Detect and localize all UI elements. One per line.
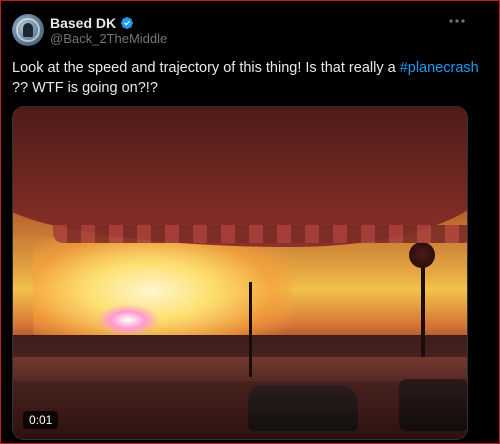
post-text-part: Look at the speed and trajectory of this…: [12, 60, 400, 76]
hashtag-link[interactable]: #planecrash: [400, 60, 479, 76]
author-display-name[interactable]: Based DK: [50, 15, 116, 31]
video-frame-palm-trunk: [421, 257, 425, 357]
post-text-part: ?? WTF is going on?!?: [12, 80, 158, 96]
video-player[interactable]: 0:01: [12, 106, 468, 440]
author-row: Based DK: [50, 14, 134, 32]
avatar[interactable]: [12, 14, 44, 46]
author-handle[interactable]: @Back_2TheMiddle: [50, 31, 167, 46]
video-frame-car: [399, 379, 467, 431]
avatar-figure: [23, 23, 33, 37]
verified-badge-icon: [120, 16, 134, 30]
video-frame-awning-edge: [53, 225, 467, 243]
video-frame-flash: [98, 305, 158, 335]
more-options-icon[interactable]: [448, 12, 466, 30]
video-duration-badge: 0:01: [23, 411, 59, 429]
post-text: Look at the speed and trajectory of this…: [12, 58, 482, 98]
video-frame-car: [248, 385, 358, 431]
post: Based DK @Back_2TheMiddle Look at the sp…: [0, 0, 500, 444]
video-frame-pole: [249, 282, 252, 377]
video-frame-palm-top: [409, 242, 435, 268]
video-frame-road: [13, 357, 467, 381]
